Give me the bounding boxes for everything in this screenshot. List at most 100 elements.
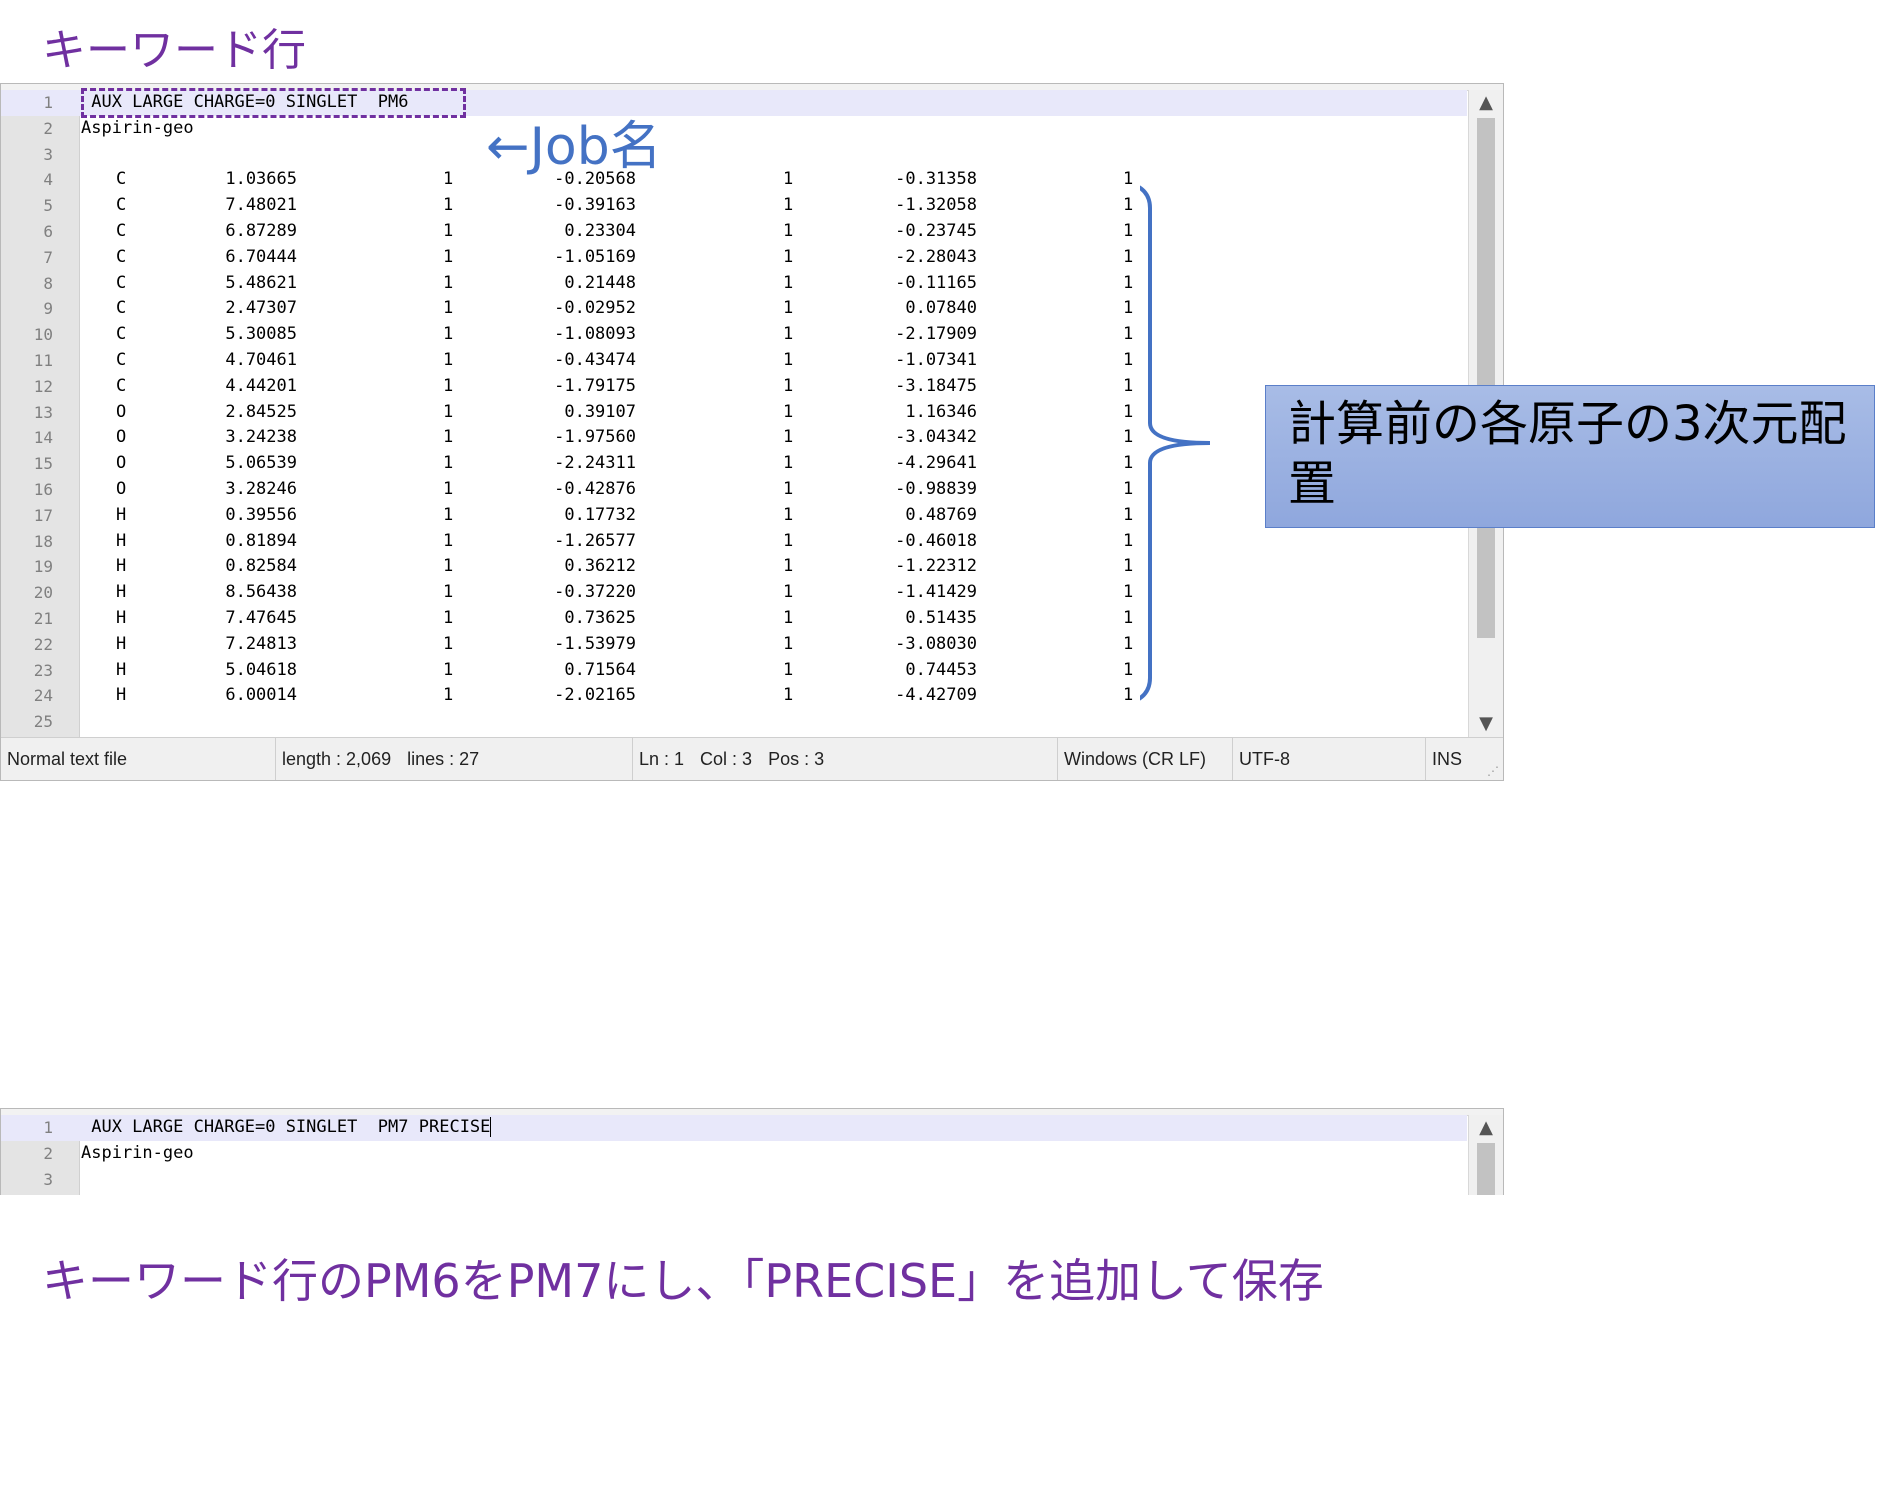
status-cursor-position: Ln : 1 Col : 3 Pos : 3 xyxy=(633,738,1058,780)
atom-coordinate-line[interactable]: 21 H 7.47645 1 0.73625 1 0.51435 1 xyxy=(1,606,1467,632)
editor-line-3[interactable]: 3 xyxy=(1,1167,1467,1193)
opt-flag-z: 1 xyxy=(1123,246,1134,267)
atom-element: O xyxy=(116,478,127,499)
atom-coordinate-line[interactable]: 10 C 5.30085 1 -1.08093 1 -2.17909 1 xyxy=(1,322,1467,348)
atom-coordinate-line[interactable]: 13 O 2.84525 1 0.39107 1 1.16346 1 xyxy=(1,400,1467,426)
atom-coordinate-line[interactable]: 11 C 4.70461 1 -0.43474 1 -1.07341 1 xyxy=(1,348,1467,374)
keyword-line-text-modified[interactable]: AUX LARGE CHARGE=0 SINGLET PM7 PRECISE xyxy=(81,1115,492,1141)
atom-x: 0.81894 xyxy=(225,530,297,551)
atom-coordinate-line[interactable]: 12 C 4.44201 1 -1.79175 1 -3.18475 1 xyxy=(1,374,1467,400)
atom-x: 5.06539 xyxy=(225,453,297,474)
editor-text-area[interactable]: 1 AUX LARGE CHARGE=0 SINGLET PM7 PRECISE… xyxy=(1,1115,1467,1192)
atom-coordinate-line[interactable]: 17 H 0.39556 1 0.17732 1 0.48769 1 xyxy=(1,503,1467,529)
atom-element: H xyxy=(116,556,127,577)
opt-flag-z: 1 xyxy=(1123,401,1134,422)
atom-element: C xyxy=(116,246,127,267)
atom-x: 6.70444 xyxy=(225,246,297,267)
atom-element: O xyxy=(116,427,127,448)
atom-coordinate-line[interactable]: 19 H 0.82584 1 0.36212 1 -1.22312 1 xyxy=(1,554,1467,580)
resize-grip-icon[interactable]: ⋰ xyxy=(1487,764,1501,778)
atom-z: -2.17909 xyxy=(895,324,977,345)
status-encoding[interactable]: UTF-8 xyxy=(1233,738,1426,780)
scrollbar-thumb[interactable] xyxy=(1477,118,1495,638)
atom-z: -0.46018 xyxy=(895,530,977,551)
atom-coordinate-line[interactable]: 15 O 5.06539 1 -2.24311 1 -4.29641 1 xyxy=(1,451,1467,477)
opt-flag-z: 1 xyxy=(1123,427,1134,448)
scroll-down-arrow-icon[interactable]: ▼ xyxy=(1469,711,1503,737)
editor-line-2[interactable]: 2 Aspirin-geo xyxy=(1,1141,1467,1167)
atom-z: -4.42709 xyxy=(895,685,977,706)
atom-x: 6.87289 xyxy=(225,220,297,241)
atom-element: H xyxy=(116,685,127,706)
atom-coordinate-line[interactable]: 18 H 0.81894 1 -1.26577 1 -0.46018 1 xyxy=(1,529,1467,555)
editor-window-modified[interactable]: 1 AUX LARGE CHARGE=0 SINGLET PM7 PRECISE… xyxy=(0,1108,1504,1195)
atom-y: 0.73625 xyxy=(564,607,636,628)
opt-flag-z: 1 xyxy=(1123,169,1134,190)
opt-flag-y: 1 xyxy=(783,659,794,680)
atom-coordinate-line[interactable]: 16 O 3.28246 1 -0.42876 1 -0.98839 1 xyxy=(1,477,1467,503)
opt-flag-x: 1 xyxy=(443,195,454,216)
brace-lower-path xyxy=(1140,441,1210,701)
opt-flag-x: 1 xyxy=(443,401,454,422)
opt-flag-x: 1 xyxy=(443,324,454,345)
atom-coordinate-line[interactable]: 6 C 6.87289 1 0.23304 1 -0.23745 1 xyxy=(1,219,1467,245)
atom-y: 0.39107 xyxy=(564,401,636,422)
editor-line-3[interactable]: 3 xyxy=(1,142,1467,168)
status-insert-mode[interactable]: INS xyxy=(1426,738,1482,780)
opt-flag-x: 1 xyxy=(443,169,454,190)
atom-coordinate-line[interactable]: 4 C 1.03665 1 -0.20568 1 -0.31358 1 xyxy=(1,167,1467,193)
coordinates-brace xyxy=(1140,185,1210,701)
atom-x: 0.39556 xyxy=(225,504,297,525)
ln-label: Ln : 1 xyxy=(639,749,685,769)
atom-element: C xyxy=(116,375,127,396)
atom-coordinate-line[interactable]: 14 O 3.24238 1 -1.97560 1 -3.04342 1 xyxy=(1,425,1467,451)
atom-coordinate-line[interactable]: 7 C 6.70444 1 -1.05169 1 -2.28043 1 xyxy=(1,245,1467,271)
opt-flag-y: 1 xyxy=(783,195,794,216)
atom-coordinate-line[interactable]: 24 H 6.00014 1 -2.02165 1 -4.42709 1 xyxy=(1,683,1467,709)
job-name-text[interactable]: Aspirin-geo xyxy=(81,116,194,142)
atom-y: -2.24311 xyxy=(554,453,636,474)
keyword-line-value: AUX LARGE CHARGE=0 SINGLET PM7 PRECISE xyxy=(81,1117,491,1137)
atom-coordinate-line[interactable]: 9 C 2.47307 1 -0.02952 1 0.07840 1 xyxy=(1,296,1467,322)
vertical-scrollbar[interactable]: ▲ xyxy=(1468,1115,1503,1195)
atom-coordinate-line[interactable]: 23 H 5.04618 1 0.71564 1 0.74453 1 xyxy=(1,658,1467,684)
atom-x: 7.24813 xyxy=(225,633,297,654)
atom-y: -1.05169 xyxy=(554,246,636,267)
scroll-up-arrow-icon[interactable]: ▲ xyxy=(1469,90,1503,116)
atom-coordinate-line[interactable]: 5 C 7.48021 1 -0.39163 1 -1.32058 1 xyxy=(1,193,1467,219)
scrollbar-thumb[interactable] xyxy=(1477,1143,1495,1195)
scroll-up-arrow-icon[interactable]: ▲ xyxy=(1469,1115,1503,1141)
editor-line-1[interactable]: 1 AUX LARGE CHARGE=0 SINGLET PM7 PRECISE xyxy=(1,1115,1467,1141)
atom-element: O xyxy=(116,401,127,422)
job-name-text[interactable]: Aspirin-geo xyxy=(81,1141,194,1167)
text-caret xyxy=(490,1117,492,1137)
opt-flag-y: 1 xyxy=(783,453,794,474)
line-number: 1 xyxy=(43,93,53,112)
atom-z: -1.07341 xyxy=(895,349,977,370)
line-number: 24 xyxy=(33,686,53,706)
atom-y: -1.53979 xyxy=(554,633,636,654)
opt-flag-y: 1 xyxy=(783,324,794,345)
opt-flag-z: 1 xyxy=(1123,195,1134,216)
atom-element: C xyxy=(116,298,127,319)
brace-upper-path xyxy=(1140,185,1210,445)
opt-flag-z: 1 xyxy=(1123,504,1134,525)
atom-x: 0.82584 xyxy=(225,556,297,577)
atom-z: -0.23745 xyxy=(895,220,977,241)
atom-coordinate-line[interactable]: 8 C 5.48621 1 0.21448 1 -0.11165 1 xyxy=(1,271,1467,297)
atom-y: 0.23304 xyxy=(564,220,636,241)
line-number: 13 xyxy=(33,402,53,422)
line-number: 2 xyxy=(43,118,53,138)
editor-line-2[interactable]: 2 Aspirin-geo xyxy=(1,116,1467,142)
atom-coordinates-callout: 計算前の各原子の3次元配置 xyxy=(1265,385,1875,528)
atom-y: -0.42876 xyxy=(554,478,636,499)
status-file-type: Normal text file xyxy=(1,738,276,780)
line-number: 6 xyxy=(43,221,53,241)
opt-flag-x: 1 xyxy=(443,349,454,370)
job-name-label: ←Job名 xyxy=(486,117,662,177)
status-eol[interactable]: Windows (CR LF) xyxy=(1058,738,1233,780)
editor-line-25[interactable]: 25 xyxy=(1,709,1467,735)
atom-coordinate-line[interactable]: 22 H 7.24813 1 -1.53979 1 -3.08030 1 xyxy=(1,632,1467,658)
atom-coordinate-line[interactable]: 20 H 8.56438 1 -0.37220 1 -1.41429 1 xyxy=(1,580,1467,606)
editor-text-area[interactable]: 1 AUX LARGE CHARGE=0 SINGLET PM6 2 Aspir… xyxy=(1,90,1467,737)
